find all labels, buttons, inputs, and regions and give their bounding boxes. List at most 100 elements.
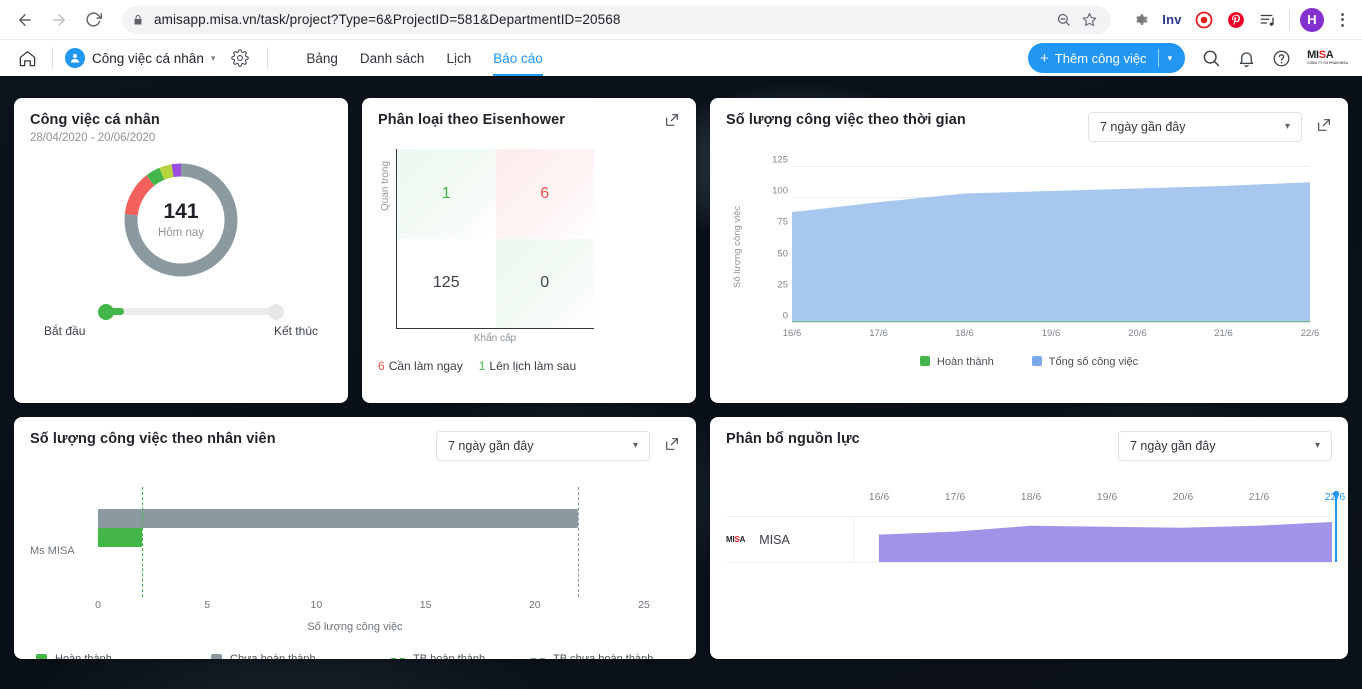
project-name: Công việc cá nhân <box>92 50 204 66</box>
xtick-19-6: 19/6 <box>1041 328 1061 339</box>
legend-item-done[interactable]: Hoàn thành <box>36 653 211 659</box>
quadrant-not-important-not-urgent[interactable]: 125 <box>397 238 496 328</box>
bar-finished[interactable] <box>98 528 142 547</box>
area-series-done <box>792 320 1310 322</box>
legend-item-undone[interactable]: Chưa hoàn thành <box>211 653 391 659</box>
tab-bang[interactable]: Bảng <box>306 40 338 76</box>
area-series-total[interactable] <box>792 166 1310 322</box>
profile-avatar[interactable]: H <box>1300 7 1324 32</box>
quadrant-not-important-urgent[interactable]: 0 <box>495 238 594 328</box>
extensions-area: Inv <box>1129 9 1279 31</box>
date-range-select[interactable]: 7 ngày gần đây ▾ <box>436 431 650 461</box>
area-chart-over-time: Số lượng công việc 125 100 75 50 25 0 16… <box>726 155 1332 378</box>
back-arrow-icon[interactable] <box>10 5 40 35</box>
xtick-21-6: 21/6 <box>1214 328 1233 339</box>
resource-area-series[interactable] <box>854 517 1332 562</box>
gear-extension-icon[interactable] <box>1129 9 1151 31</box>
quadrant-important-not-urgent[interactable]: 1 <box>397 149 496 239</box>
legend-count-urgent: 6 <box>378 359 385 373</box>
legend-label-undone: Chưa hoàn thành <box>230 653 316 659</box>
eisenhower-quadrants: 1 6 125 0 <box>396 149 594 329</box>
legend-item-avg-done[interactable]: TB hoàn thành <box>391 653 531 659</box>
bar-group <box>98 509 644 551</box>
logo-a: A <box>1325 49 1334 62</box>
card-resource-allocation: Phân bổ nguồn lực 7 ngày gần đây ▾ 16/6 … <box>710 417 1348 659</box>
card-header: Số lượng công việc theo thời gian 7 ngày… <box>726 112 1332 142</box>
legend-item-done[interactable]: Hoàn thành <box>919 356 994 368</box>
reload-icon[interactable] <box>78 5 108 35</box>
misa-logo[interactable]: MISA CÔNG TY CỔ PHẦN MISA <box>1307 50 1348 65</box>
legend-item-schedule[interactable]: 1 Lên lịch làm sau <box>479 359 576 373</box>
legend-label-total: Tổng số công việc <box>1048 356 1139 368</box>
legend-label-schedule: Lên lịch làm sau <box>489 359 577 373</box>
legend-item-urgent[interactable]: 6 Cần làm ngay <box>378 359 463 373</box>
inv-extension-icon[interactable]: Inv <box>1161 9 1183 31</box>
quadrant-important-urgent[interactable]: 6 <box>495 149 594 239</box>
tab-bao-cao[interactable]: Báo cáo <box>493 40 543 76</box>
card-tasks-by-employee: Số lượng công việc theo nhân viên 7 ngày… <box>14 417 696 659</box>
home-icon[interactable] <box>14 45 40 71</box>
address-bar[interactable]: amisapp.misa.vn/task/project?Type=6&Proj… <box>122 5 1111 34</box>
chevron-down-icon: ▾ <box>210 52 216 63</box>
expand-icon[interactable] <box>1316 117 1332 138</box>
add-task-label: Thêm công việc <box>1054 50 1147 66</box>
card-title-eisenhower: Phân loại theo Eisenhower <box>378 112 566 128</box>
slider-handle-start[interactable] <box>98 303 114 320</box>
slider-track[interactable] <box>98 303 284 320</box>
bar-chart-by-employee: Ms MISA 0 5 10 15 20 25 Số lượng công vi… <box>30 487 680 659</box>
donut-value: 141 <box>163 200 199 223</box>
lock-icon <box>132 14 144 26</box>
date-slider[interactable]: Bắt đầu Kết thúc <box>30 303 332 338</box>
date-range-select[interactable]: 7 ngày gần đây ▾ <box>1118 431 1332 461</box>
xtick-18-6: 18/6 <box>1020 491 1042 503</box>
card-eisenhower: Phân loại theo Eisenhower Quan trọng 1 6… <box>362 98 696 403</box>
bar-unfinished[interactable] <box>98 509 579 528</box>
expand-icon[interactable] <box>664 112 680 133</box>
logo-a: A <box>739 535 746 544</box>
date-range: 28/04/2020 - 20/06/2020 <box>30 132 156 144</box>
chart-x-ticks: 0 5 10 15 20 25 <box>95 599 650 613</box>
card-title-resource-allocation: Phân bổ nguồn lực <box>726 431 860 447</box>
tab-lich[interactable]: Lịch <box>446 40 471 76</box>
logo-mi: MI <box>1307 49 1319 62</box>
slider-labels: Bắt đầu Kết thúc <box>30 324 332 338</box>
eisenhower-matrix: Quan trọng 1 6 125 0 Khẩn cấp 6 Cần làm n… <box>378 149 680 373</box>
kebab-menu-icon[interactable] <box>1332 12 1352 27</box>
tab-danh-sach[interactable]: Danh sách <box>360 40 425 76</box>
slider-handle-end[interactable] <box>268 303 284 320</box>
timeline-header: 16/6 17/6 18/6 19/6 20/6 21/6 22/6 <box>726 491 1345 517</box>
xtick-0: 0 <box>95 599 101 611</box>
card-header: Số lượng công việc theo nhân viên 7 ngày… <box>30 431 680 461</box>
misa-logo-icon: MISA <box>726 535 745 544</box>
settings-gear-icon[interactable] <box>231 49 250 67</box>
chart-y-axis-label: Số lượng công việc <box>732 205 743 288</box>
resource-allocation-chart: 16/6 17/6 18/6 19/6 20/6 21/6 22/6 MISA … <box>726 491 1345 651</box>
date-range-value: 7 ngày gần đây <box>448 439 534 453</box>
legend-item-avg-undone[interactable]: TB chưa hoàn thành <box>531 653 653 659</box>
reference-line-avg-done <box>141 487 143 597</box>
dashboard-background: Công việc cá nhân 28/04/2020 - 20/06/202… <box>0 76 1362 689</box>
playlist-extension-icon[interactable] <box>1257 9 1279 31</box>
date-range-select[interactable]: 7 ngày gần đây ▾ <box>1088 112 1302 142</box>
expand-icon[interactable] <box>664 436 680 457</box>
button-divider <box>1157 49 1159 67</box>
notification-bell-icon[interactable] <box>1237 49 1256 68</box>
chevron-down-icon[interactable]: ▾ <box>1168 53 1184 64</box>
header-actions: + Thêm công việc ▾ MISA CÔNG TY CỔ PHẦN … <box>1028 43 1348 73</box>
star-icon[interactable] <box>1077 8 1101 32</box>
add-task-button[interactable]: + Thêm công việc ▾ <box>1028 43 1186 73</box>
chevron-down-icon: ▾ <box>1284 121 1290 132</box>
nav-tabs: Bảng Danh sách Lịch Báo cáo <box>306 40 543 76</box>
date-range-value: 7 ngày gần đây <box>1130 439 1216 453</box>
project-selector[interactable]: Công việc cá nhân ▾ <box>65 48 215 68</box>
pinterest-extension-icon[interactable] <box>1225 9 1247 31</box>
target-extension-icon[interactable] <box>1193 9 1215 31</box>
card-tasks-over-time: Số lượng công việc theo thời gian 7 ngày… <box>710 98 1348 403</box>
toolbar-divider <box>1289 9 1290 30</box>
legend-item-total[interactable]: Tổng số công việc <box>1031 356 1139 368</box>
zoom-out-icon[interactable] <box>1051 8 1075 32</box>
help-circle-icon[interactable] <box>1272 49 1291 68</box>
forward-arrow-icon[interactable] <box>44 5 74 35</box>
legend-label-done: Hoàn thành <box>936 356 994 368</box>
search-icon[interactable] <box>1201 48 1221 68</box>
